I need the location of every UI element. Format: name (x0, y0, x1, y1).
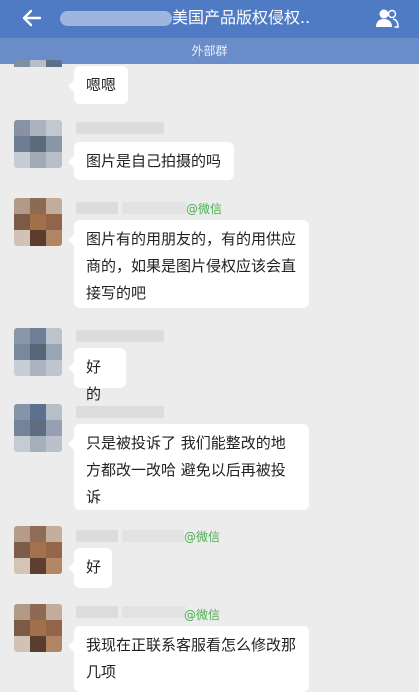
sender-name-blur (76, 606, 118, 618)
sender-org-blur (122, 202, 186, 214)
message-text: 图片有的用朋友的，有的用供应商的，如果是图片侵权应该会直接写的吧 (86, 230, 297, 302)
sender-name-blur (76, 406, 164, 418)
message-bubble[interactable]: 图片有的用朋友的，有的用供应商的，如果是图片侵权应该会直接写的吧 (68, 220, 309, 308)
sender-tag: @微信 (186, 202, 223, 216)
message-bubble[interactable]: 我现在正联系客服看怎么修改那几项 (68, 626, 309, 692)
avatar[interactable] (14, 604, 62, 652)
message-text: 好的 (86, 358, 102, 403)
message-text: 只是被投诉了 我们能整改的地方都改一改哈 避免以后再被投诉 (86, 434, 286, 506)
external-group-label: 外部群 (0, 38, 419, 64)
avatar[interactable] (14, 60, 62, 82)
message-bubble[interactable]: 好 (68, 548, 112, 588)
sender-name-blur (76, 330, 164, 342)
message-bubble[interactable]: 好的 (68, 348, 126, 403)
message-text: 好 (86, 558, 102, 576)
avatar[interactable] (14, 328, 62, 376)
message-text: 图片是自己拍摄的吗 (86, 152, 222, 170)
avatar[interactable] (14, 120, 62, 168)
top-bar: 美国产品版权侵权.. (0, 0, 419, 38)
message-bubble[interactable]: 只是被投诉了 我们能整改的地方都改一改哈 避免以后再被投诉 (68, 424, 309, 510)
chat-title: 美国产品版权侵权.. (172, 8, 311, 27)
sender-name-blur (76, 202, 118, 214)
sender-tag: @微信 (184, 608, 221, 622)
avatar[interactable] (14, 198, 62, 246)
avatar[interactable] (14, 526, 62, 574)
message-text: 嗯嗯 (86, 76, 117, 94)
group-members-icon[interactable] (375, 8, 399, 28)
sender-name-blur (76, 530, 118, 542)
arrow-left-icon[interactable] (22, 8, 42, 28)
group-name-blur (60, 11, 172, 26)
message-text: 我现在正联系客服看怎么修改那几项 (86, 636, 297, 681)
message-bubble[interactable]: 嗯嗯 (68, 66, 128, 104)
sender-org-blur (122, 530, 184, 542)
avatar[interactable] (14, 404, 62, 452)
sender-org-blur (122, 606, 186, 618)
sender-name-blur (76, 122, 164, 134)
message-bubble[interactable]: 图片是自己拍摄的吗 (68, 142, 234, 180)
sender-tag: @微信 (184, 530, 221, 544)
